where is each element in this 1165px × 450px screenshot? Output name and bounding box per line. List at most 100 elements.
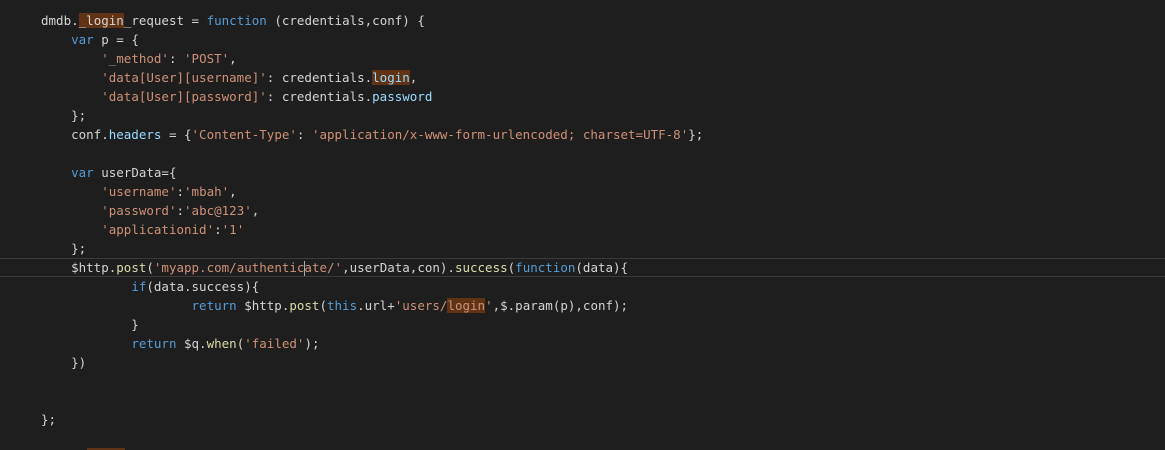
code-line[interactable]: var userData={ xyxy=(0,163,1165,182)
code-token: post xyxy=(289,298,320,313)
code-line-text: conf.headers = {'Content-Type': 'applica… xyxy=(41,125,703,144)
code-line[interactable]: conf.headers = {'Content-Type': 'applica… xyxy=(0,125,1165,144)
code-token: , xyxy=(251,203,260,218)
code-line[interactable]: } xyxy=(0,315,1165,334)
code-token: '1' xyxy=(221,222,245,237)
code-token: ate/' xyxy=(304,260,343,275)
code-token: }) xyxy=(41,355,87,370)
code-token: (data){ xyxy=(575,260,629,275)
code-token: }; xyxy=(688,127,704,142)
code-token: return xyxy=(131,336,177,351)
code-line[interactable]: }; xyxy=(0,239,1165,258)
code-token: 'abc@123' xyxy=(184,203,252,218)
code-line[interactable]: 'data[User][password]': credentials.pass… xyxy=(0,87,1165,106)
code-line-text: var userData={ xyxy=(41,163,176,182)
code-line[interactable] xyxy=(0,391,1165,410)
code-token: this xyxy=(327,298,358,313)
code-line-text: $http.post('myapp.com/authenticate/',use… xyxy=(41,259,628,276)
code-line-text: 'username':'mbah', xyxy=(41,182,236,201)
code-line-text: 'password':'abc@123', xyxy=(41,201,259,220)
code-line-text: return $http.post(this.url+'users/login'… xyxy=(41,296,628,315)
code-line-text: if(data.success){ xyxy=(41,277,259,296)
code-line[interactable]: }; xyxy=(0,106,1165,125)
code-line[interactable]: var p = { xyxy=(0,30,1165,49)
code-token: 'myapp.com/authentic xyxy=(153,260,305,275)
code-token: 'mbah' xyxy=(184,184,230,199)
code-token: .url+ xyxy=(357,298,395,313)
code-token: : xyxy=(296,127,312,142)
code-token: ,$.param(p),conf); xyxy=(492,298,629,313)
code-line[interactable]: }) xyxy=(0,353,1165,372)
code-token: , xyxy=(409,70,418,85)
code-token: var xyxy=(71,32,94,47)
code-token: }; xyxy=(41,108,87,123)
code-line[interactable] xyxy=(0,144,1165,163)
code-token: ,userData,con). xyxy=(342,260,455,275)
code-token: conf. xyxy=(41,127,109,142)
code-line-text: 'data[User][username]': credentials.logi… xyxy=(41,68,417,87)
code-token: userData={ xyxy=(93,165,177,180)
code-line[interactable]: 'applicationid':'1' xyxy=(0,220,1165,239)
code-token: 'username' xyxy=(101,184,177,199)
code-token: 'applicationid' xyxy=(101,222,215,237)
code-line[interactable]: return $http.post(this.url+'users/login'… xyxy=(0,296,1165,315)
code-token: if xyxy=(131,279,147,294)
code-token: }; xyxy=(41,412,57,427)
code-line[interactable]: '_method': 'POST', xyxy=(0,49,1165,68)
code-line[interactable]: 'data[User][username]': credentials.logi… xyxy=(0,68,1165,87)
code-token: } xyxy=(41,317,139,332)
code-token: }; xyxy=(41,241,87,256)
code-token: post xyxy=(116,260,147,275)
code-token: success xyxy=(454,260,508,275)
code-token: '_method' xyxy=(101,51,169,66)
code-line-text: }; xyxy=(41,106,86,125)
code-line-text: 'data[User][password]': credentials.pass… xyxy=(41,87,432,106)
code-line-text: 'applicationid':'1' xyxy=(41,220,244,239)
code-line[interactable]: if(data.success){ xyxy=(0,277,1165,296)
code-token: (data.success){ xyxy=(146,279,260,294)
code-line-text: '_method': 'POST', xyxy=(41,49,237,68)
code-token: 'data[User][username]' xyxy=(101,70,267,85)
code-token: 'application/x-www-form-urlencoded; char… xyxy=(311,127,689,142)
code-line[interactable]: }; xyxy=(0,410,1165,429)
code-line[interactable]: 'password':'abc@123', xyxy=(0,201,1165,220)
code-token: login xyxy=(447,298,486,313)
code-token: 'data[User][password]' xyxy=(101,89,267,104)
code-token: $http. xyxy=(41,260,117,275)
code-token: (credentials,conf) { xyxy=(266,13,425,28)
code-line-text: var p = { xyxy=(41,30,139,49)
code-token: , xyxy=(229,51,237,66)
code-token: dmdb. xyxy=(41,13,79,28)
code-token: = { xyxy=(161,127,192,142)
code-token: 'failed' xyxy=(244,336,305,351)
code-token: : xyxy=(176,184,185,199)
code-token: : xyxy=(176,203,185,218)
code-token: ( xyxy=(319,298,327,313)
code-token: $q. xyxy=(176,336,207,351)
code-token: : xyxy=(214,222,222,237)
code-token: ); xyxy=(304,336,320,351)
current-code-line[interactable]: $http.post('myapp.com/authenticate/',use… xyxy=(0,258,1165,277)
code-line[interactable]: 'username':'mbah', xyxy=(0,182,1165,201)
code-token: 'POST' xyxy=(184,51,230,66)
code-line-text: }; xyxy=(41,239,86,258)
code-token: headers xyxy=(108,127,162,142)
code-token: _request = xyxy=(123,13,207,28)
code-line[interactable] xyxy=(0,372,1165,391)
code-editor[interactable]: dmdb._login_request = function (credenti… xyxy=(0,0,1165,450)
code-token: : credentials. xyxy=(266,89,373,104)
code-token: p = { xyxy=(93,32,139,47)
code-line[interactable]: dmdb._login_request = function (credenti… xyxy=(0,11,1165,30)
code-line[interactable]: return $q.when('failed'); xyxy=(0,334,1165,353)
code-token: password xyxy=(372,89,433,104)
